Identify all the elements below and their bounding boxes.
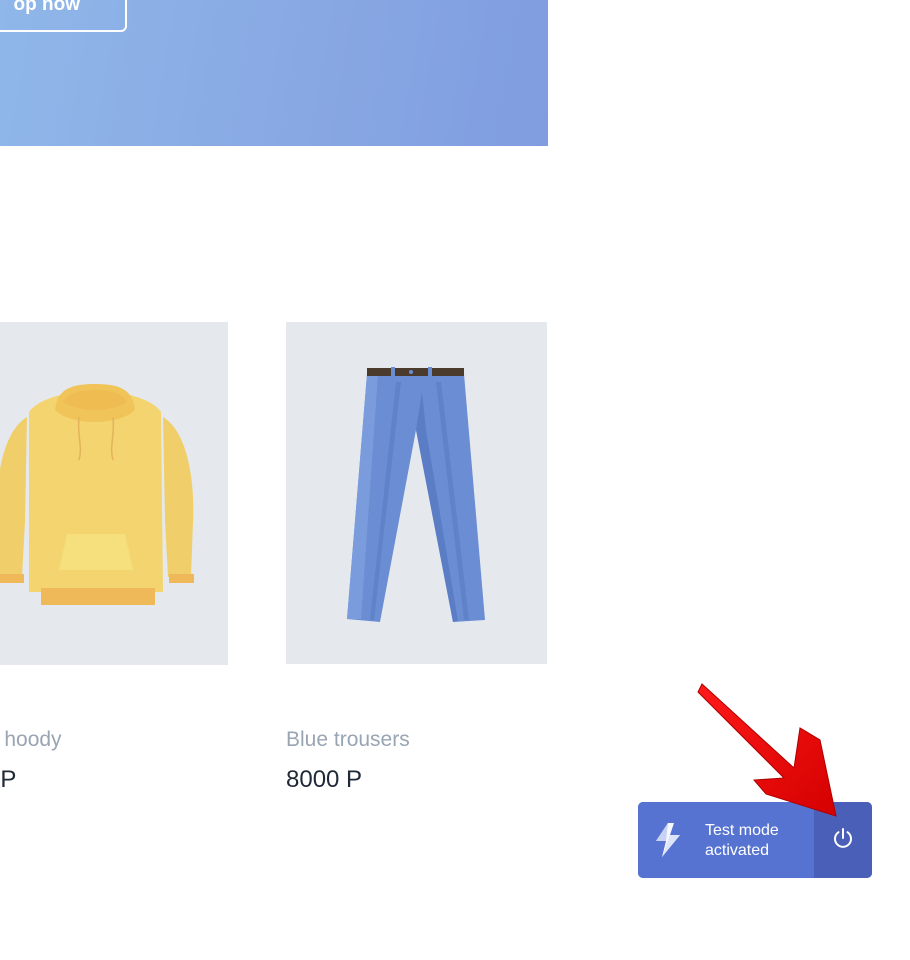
yellow-hoody-illustration: [0, 384, 194, 605]
product-price: 8000 P: [286, 766, 363, 793]
hero-banner: op now: [0, 0, 548, 146]
page: op now hoody P Blue trousers 8000 P Test…: [0, 0, 910, 960]
shop-now-button[interactable]: op now: [0, 0, 127, 32]
product-image-trousers[interactable]: [286, 322, 547, 664]
blue-trousers-illustration: [347, 367, 485, 622]
product-name[interactable]: low hoody: [0, 728, 62, 752]
test-mode-line2: activated: [705, 842, 770, 859]
product-image-hoody[interactable]: [0, 322, 228, 665]
product-name[interactable]: Blue trousers: [286, 728, 410, 752]
product-price: 00 P: [0, 766, 17, 793]
product-card-hoody[interactable]: low hoody 00 P: [0, 322, 228, 793]
red-arrow-icon: [690, 676, 850, 831]
lightning-logo-icon: [652, 821, 686, 866]
product-card-trousers[interactable]: Blue trousers 8000 P: [286, 322, 547, 793]
